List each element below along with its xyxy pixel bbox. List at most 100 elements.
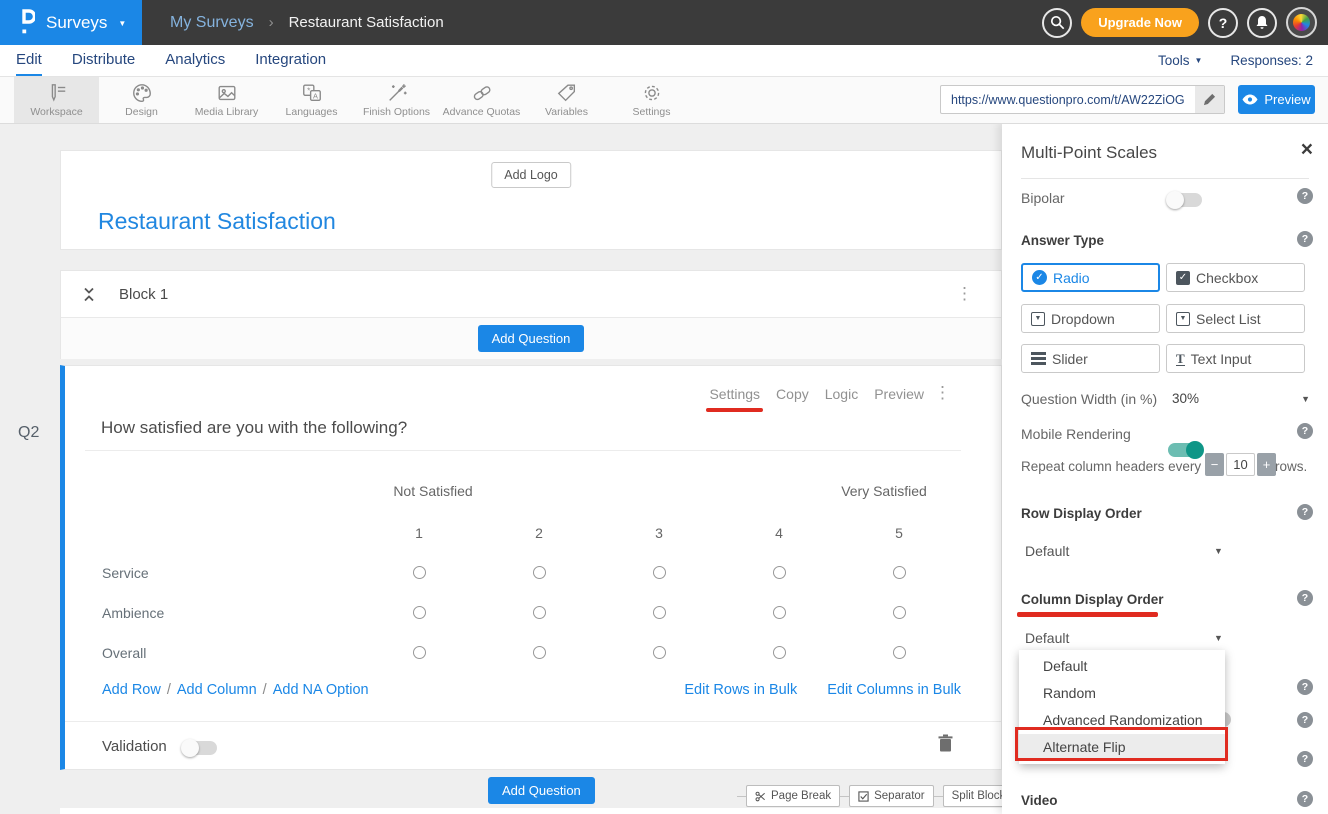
answer-type-label: Checkbox (1196, 270, 1258, 286)
radio-option[interactable] (773, 646, 786, 659)
toolbar-advance-quotas[interactable]: Advance Quotas (439, 76, 524, 123)
repeat-headers-input[interactable] (1226, 453, 1255, 476)
row-label-ambience[interactable]: Ambience (102, 605, 164, 621)
close-panel-icon[interactable]: × (1301, 139, 1313, 160)
tools-menu[interactable]: Tools ▼ (1158, 53, 1202, 68)
increment-button[interactable]: + (1257, 453, 1276, 476)
preview-button[interactable]: Preview (1238, 85, 1315, 114)
page-break-button[interactable]: Page Break (746, 785, 840, 807)
survey-url-input[interactable] (941, 86, 1195, 113)
row-label-service[interactable]: Service (102, 565, 149, 581)
radio-option[interactable] (413, 566, 426, 579)
mobile-rendering-help-icon[interactable]: ? (1297, 423, 1313, 439)
block-menu-icon[interactable]: ⋮ (956, 285, 973, 302)
block-title[interactable]: Block 1 (119, 286, 168, 303)
radio-option[interactable] (893, 606, 906, 619)
answer-type-checkbox[interactable]: ✓ Checkbox (1166, 263, 1305, 292)
add-logo-button[interactable]: Add Logo (491, 162, 571, 188)
answer-type-radio[interactable]: ✓ Radio (1021, 263, 1160, 292)
row-display-order-select[interactable]: Default (1025, 543, 1069, 559)
account-avatar[interactable] (1286, 7, 1317, 38)
tab-distribute[interactable]: Distribute (72, 45, 135, 76)
toolbar-label: Advance Quotas (443, 106, 521, 118)
column-display-order-help-icon[interactable]: ? (1297, 590, 1313, 606)
question-menu-preview[interactable]: Preview (874, 386, 924, 402)
radio-option[interactable] (413, 606, 426, 619)
radio-option[interactable] (773, 566, 786, 579)
column-display-order-select[interactable]: Default (1025, 630, 1069, 646)
survey-title[interactable]: Restaurant Satisfaction (98, 208, 336, 235)
answer-type-slider[interactable]: Slider (1021, 344, 1160, 373)
collapse-block-icon[interactable] (82, 286, 96, 303)
question-text[interactable]: How satisfied are you with the following… (101, 418, 407, 438)
add-column-link[interactable]: Add Column (177, 682, 257, 698)
video-help-icon[interactable]: ? (1297, 791, 1313, 807)
answer-type-select-list[interactable]: ▼ Select List (1166, 304, 1305, 333)
toolbar-media-library[interactable]: Media Library (184, 76, 269, 123)
menu-option-advanced-randomization[interactable]: Advanced Randomization (1019, 707, 1225, 734)
caret-down-icon[interactable]: ▼ (1301, 394, 1310, 404)
edit-columns-in-bulk-link[interactable]: Edit Columns in Bulk (827, 682, 961, 698)
radio-option[interactable] (533, 646, 546, 659)
mobile-rendering-toggle[interactable] (1168, 443, 1202, 457)
question-menu-icon[interactable]: ⋮ (934, 384, 951, 401)
radio-option[interactable] (893, 646, 906, 659)
toolbar-finish-options[interactable]: Finish Options (354, 76, 439, 123)
question-width-value[interactable]: 30% (1172, 391, 1199, 406)
notifications-button[interactable] (1247, 8, 1277, 38)
toolbar-languages[interactable]: *A Languages (269, 76, 354, 123)
responses-count[interactable]: Responses: 2 (1230, 53, 1313, 68)
radio-option[interactable] (653, 646, 666, 659)
delete-question-icon[interactable] (938, 734, 953, 757)
question-menu-copy[interactable]: Copy (776, 386, 809, 402)
tab-edit[interactable]: Edit (16, 45, 42, 76)
toolbar-design[interactable]: Design (99, 76, 184, 123)
radio-option[interactable] (533, 566, 546, 579)
question-settings-panel: Multi-Point Scales × Bipolar ? Answer Ty… (1002, 123, 1328, 814)
question-menu-settings[interactable]: Settings (709, 386, 760, 402)
row-display-order-help-icon[interactable]: ? (1297, 504, 1313, 520)
hidden-setting-help-icon[interactable]: ? (1297, 679, 1313, 695)
answer-type-text-input[interactable]: T Text Input (1166, 344, 1305, 373)
answer-type-dropdown[interactable]: ▼ Dropdown (1021, 304, 1160, 333)
tab-integration[interactable]: Integration (255, 45, 326, 76)
radio-option[interactable] (893, 566, 906, 579)
add-na-option-link[interactable]: Add NA Option (273, 682, 369, 698)
toolbar-variables[interactable]: Variables (524, 76, 609, 123)
panel-divider (1021, 178, 1309, 179)
breadcrumb-parent[interactable]: My Surveys (170, 14, 254, 32)
row-label-overall[interactable]: Overall (102, 645, 146, 661)
separator-button[interactable]: Separator (849, 785, 934, 807)
radio-option[interactable] (773, 606, 786, 619)
hidden-setting-help-icon[interactable]: ? (1297, 712, 1313, 728)
hidden-setting-help-icon[interactable]: ? (1297, 751, 1313, 767)
radio-option[interactable] (653, 606, 666, 619)
menu-option-alternate-flip[interactable]: Alternate Flip (1019, 734, 1225, 761)
add-row-link[interactable]: Add Row (102, 682, 161, 698)
decrement-button[interactable]: − (1205, 453, 1224, 476)
caret-down-icon[interactable]: ▼ (1214, 546, 1223, 556)
bipolar-help-icon[interactable]: ? (1297, 188, 1313, 204)
tab-analytics[interactable]: Analytics (165, 45, 225, 76)
validation-toggle[interactable] (183, 741, 217, 755)
edit-rows-in-bulk-link[interactable]: Edit Rows in Bulk (684, 682, 797, 698)
menu-option-random[interactable]: Random (1019, 680, 1225, 707)
add-question-button[interactable]: Add Question (478, 325, 585, 352)
question-menu-logic[interactable]: Logic (825, 386, 858, 402)
caret-down-icon[interactable]: ▼ (1214, 633, 1223, 643)
magic-wand-icon (386, 82, 408, 104)
menu-option-default[interactable]: Default (1019, 653, 1225, 680)
edit-url-button[interactable] (1195, 86, 1224, 113)
upgrade-now-button[interactable]: Upgrade Now (1081, 8, 1199, 37)
bipolar-toggle[interactable] (1168, 193, 1202, 207)
add-question-button[interactable]: Add Question (488, 777, 595, 804)
toolbar-workspace[interactable]: Workspace (14, 76, 99, 123)
radio-option[interactable] (413, 646, 426, 659)
answer-type-help-icon[interactable]: ? (1297, 231, 1313, 247)
product-menu[interactable]: Surveys ▼ (0, 0, 142, 45)
help-button[interactable]: ? (1208, 8, 1238, 38)
radio-option[interactable] (533, 606, 546, 619)
search-button[interactable] (1042, 8, 1072, 38)
toolbar-settings[interactable]: Settings (609, 76, 694, 123)
radio-option[interactable] (653, 566, 666, 579)
